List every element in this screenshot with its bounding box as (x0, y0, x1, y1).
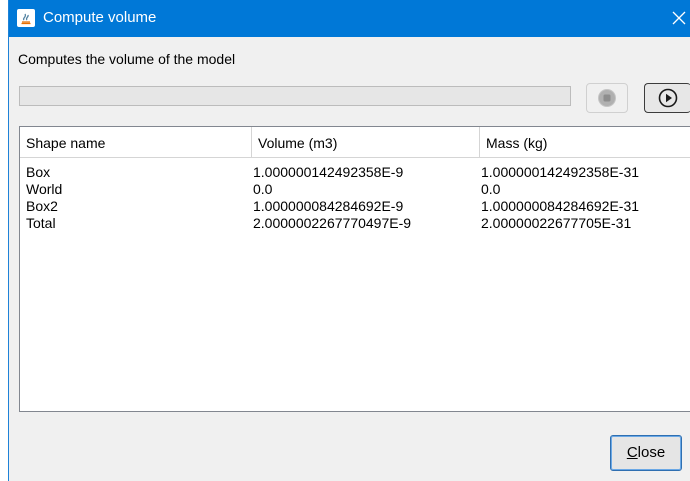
cell-mass: 1.000000084284692E-31 (481, 198, 640, 214)
cell-volume: 1.000000084284692E-9 (253, 198, 404, 214)
table-row[interactable]: Box2 1.000000084284692E-9 1.000000084284… (20, 198, 690, 215)
cell-volume: 0.0 (253, 181, 273, 197)
run-button[interactable] (644, 83, 690, 113)
cell-shape-name: Box (26, 164, 51, 180)
column-header-volume[interactable]: Volume (m3) (252, 127, 480, 157)
table-body: Box 1.000000142492358E-9 1.0000001424923… (20, 164, 690, 232)
cell-mass: 0.0 (481, 181, 501, 197)
progress-bar (19, 86, 571, 106)
cell-mass: 1.000000142492358E-31 (481, 164, 640, 180)
cell-mass: 2.00000022677705E-31 (481, 215, 632, 231)
results-table[interactable]: Shape name Volume (m3) Mass (kg) Box 1.0… (19, 126, 690, 412)
close-window-icon[interactable] (664, 0, 690, 37)
table-header: Shape name Volume (m3) Mass (kg) (20, 127, 690, 158)
table-row[interactable]: Total 2.0000002267770497E-9 2.0000002267… (20, 215, 690, 232)
cell-shape-name: World (26, 181, 63, 197)
column-header-mass[interactable]: Mass (kg) (480, 127, 690, 157)
dialog-description: Computes the volume of the model (18, 51, 236, 67)
stop-icon (598, 89, 616, 107)
stop-button[interactable] (586, 83, 628, 113)
title-bar[interactable]: Compute volume (9, 0, 690, 37)
close-button-label: lose (637, 444, 666, 461)
table-row[interactable]: Box 1.000000142492358E-9 1.0000001424923… (20, 164, 690, 181)
cell-shape-name: Total (26, 215, 56, 231)
java-app-icon (17, 9, 35, 27)
cell-volume: 2.0000002267770497E-9 (253, 215, 412, 231)
window-title: Compute volume (43, 9, 157, 26)
column-header-shape-name[interactable]: Shape name (20, 127, 252, 157)
compute-volume-dialog: Compute volume Computes the volume of th… (8, 0, 690, 481)
cell-shape-name: Box2 (26, 198, 58, 214)
table-row[interactable]: World 0.0 0.0 (20, 181, 690, 198)
close-button-mnemonic: C (626, 444, 638, 461)
play-icon (658, 88, 678, 108)
close-button[interactable]: Close (610, 435, 682, 471)
cell-volume: 1.000000142492358E-9 (253, 164, 404, 180)
